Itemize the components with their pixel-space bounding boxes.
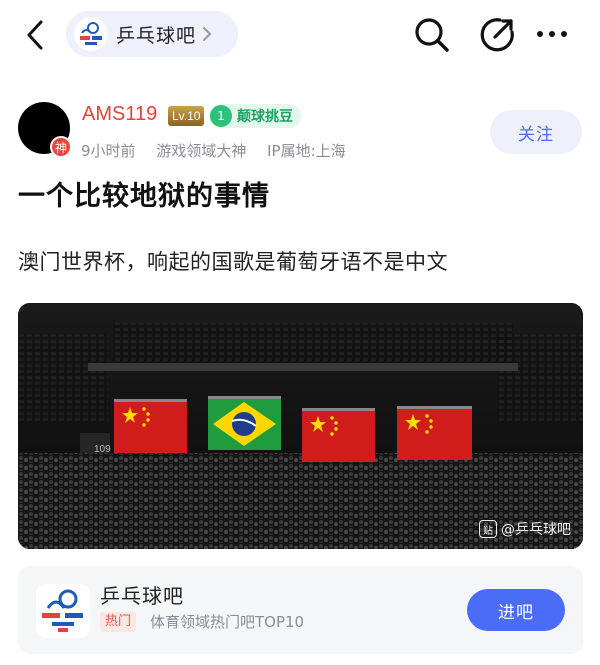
forum-card-name: 乒乓球吧 — [100, 584, 184, 608]
back-icon[interactable] — [22, 18, 50, 52]
flag-china-1 — [114, 401, 187, 453]
image-watermark: 贴 @乒乓球吧 — [479, 519, 571, 539]
post-time: 9小时前 — [81, 142, 136, 160]
author-tag: 游戏领域大神 — [156, 142, 247, 160]
forum-logo-icon — [74, 17, 108, 51]
post-title: 一个比较地狱的事情 — [18, 181, 270, 212]
forum-pill[interactable]: 乒乓球吧 — [66, 11, 238, 57]
author-name[interactable]: AMS119 — [82, 103, 157, 126]
ceremony-scene: 109 — [18, 303, 583, 549]
flag-china-3 — [397, 408, 472, 460]
fan-title: 颠球挑豆 — [237, 109, 293, 125]
search-icon[interactable] — [413, 16, 451, 54]
hot-badge: 热门 — [100, 612, 137, 632]
enter-forum-button[interactable]: 进吧 — [467, 589, 565, 631]
more-icon[interactable] — [534, 22, 570, 46]
scoreboard-number: 109 — [94, 444, 111, 455]
follow-button[interactable]: 关注 — [490, 110, 582, 154]
share-icon[interactable] — [478, 16, 516, 54]
post-image[interactable]: 109 贴 @乒乓球吧 — [18, 303, 583, 549]
flag-china-2 — [302, 410, 375, 462]
flag-brazil — [208, 398, 281, 450]
forum-card-logo-icon — [36, 584, 90, 638]
level-badge: Lv.10 — [168, 106, 205, 126]
post-body: 澳门世界杯，响起的国歌是葡萄牙语不是中文 — [18, 250, 448, 274]
fan-badge: 1 颠球挑豆 — [209, 104, 301, 128]
avatar-badge: 神 — [50, 136, 72, 158]
post-meta: 9小时前 游戏领域大神 IP属地:上海 — [81, 140, 362, 161]
ip-location: IP属地:上海 — [267, 142, 346, 160]
forum-rank: 体育领域热门吧TOP10 — [150, 613, 305, 631]
chevron-right-icon — [203, 27, 212, 41]
fan-level-icon: 1 — [210, 105, 232, 127]
watermark-text: @乒乓球吧 — [501, 522, 571, 538]
forum-name: 乒乓球吧 — [116, 24, 197, 47]
forum-card[interactable]: 乒乓球吧 热门 体育领域热门吧TOP10 进吧 — [18, 566, 583, 654]
watermark-logo-icon: 贴 — [479, 520, 497, 538]
top-bar: 乒乓球吧 — [0, 0, 600, 70]
